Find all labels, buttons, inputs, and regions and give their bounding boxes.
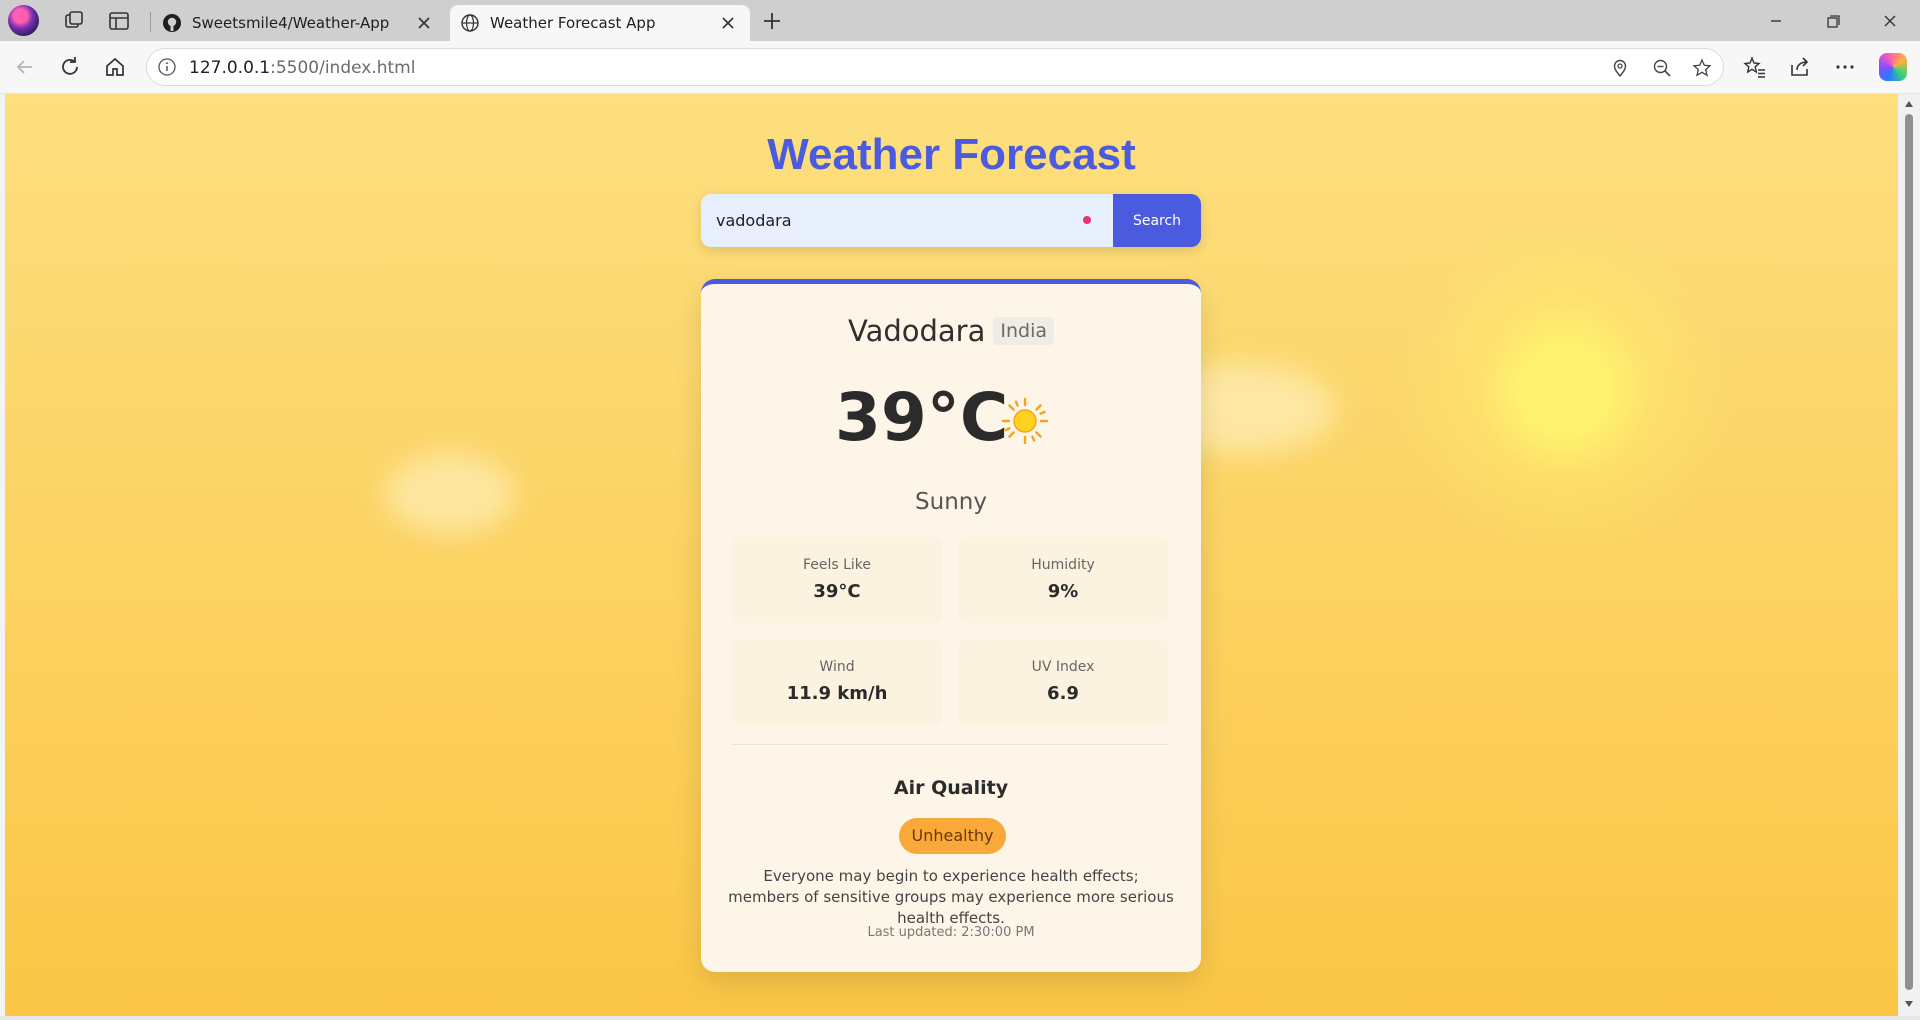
tab-title: Weather Forecast App [490,14,656,32]
page-scrollbar[interactable] [1898,94,1920,1016]
stat-uv-index: UV Index 6.9 [958,639,1168,725]
close-window-icon[interactable] [1877,8,1903,34]
stat-label: UV Index [1031,659,1095,675]
last-updated: Last updated: 2:30:00 PM [867,925,1035,940]
cloud-decoration [385,454,515,534]
minimize-icon[interactable] [1763,8,1789,34]
refresh-icon[interactable] [57,54,83,80]
stat-label: Feels Like [802,557,872,573]
search-button[interactable]: Search [1113,194,1201,247]
tab-title: Sweetsmile4/Weather-App [192,14,390,32]
stat-humidity: Humidity 9% [958,537,1168,623]
weather-card: Vadodara India 39°C Sunny Feels Like 39°C [701,279,1201,972]
air-quality-badge: Unhealthy [899,818,1006,854]
new-tab-icon[interactable] [760,9,784,33]
country-badge: India [993,317,1055,345]
back-icon[interactable] [12,54,38,80]
restore-icon[interactable] [1820,8,1846,34]
weather-condition: Sunny [915,489,987,515]
temperature-row: 39°C [701,379,1201,459]
window-bottom-edge [0,1016,1920,1020]
zoom-out-icon[interactable] [1651,57,1673,79]
stat-value: 39°C [813,581,861,602]
scroll-down-icon[interactable] [1903,998,1915,1010]
sun-decoration [1365,189,1765,589]
site-info-icon[interactable] [157,57,177,77]
search-input[interactable] [701,194,1113,247]
sun-icon [1001,397,1049,445]
github-icon [163,14,181,32]
page-viewport: Weather Forecast Search VadodaraIndia 39… [5,94,1898,1016]
tab-separator [150,12,151,32]
home-icon[interactable] [102,54,128,80]
page-title: Weather Forecast [767,130,1136,179]
favorites-icon[interactable] [1742,54,1768,80]
tab-weather-forecast[interactable]: Weather Forecast App [450,5,750,41]
browser-toolbar: 127.0.0.1:5500/index.html [0,41,1920,94]
vertical-tabs-icon[interactable] [107,9,131,33]
stat-value: 9% [1047,581,1079,602]
more-options-icon[interactable] [1832,54,1858,80]
globe-icon [461,14,479,32]
stat-label: Wind [819,659,855,675]
stat-label: Humidity [1031,557,1095,573]
air-quality-title: Air Quality [893,777,1009,799]
favorite-star-icon[interactable] [1691,57,1713,79]
location-row: Vadodara India [701,314,1201,348]
stat-value: 11.9 km/h [786,683,888,704]
close-tab-icon[interactable] [414,13,434,33]
url-text: 127.0.0.1:5500/index.html [189,58,416,78]
air-quality-description: Everyone may begin to experience health … [728,867,1174,927]
city-name: Vadodara [847,314,986,348]
profile-avatar[interactable] [8,5,39,36]
copilot-icon[interactable] [1879,53,1907,81]
stat-wind: Wind 11.9 km/h [732,639,942,725]
close-tab-icon[interactable] [718,13,738,33]
tab-github[interactable]: Sweetsmile4/Weather-App [152,5,446,41]
share-icon[interactable] [1787,54,1813,80]
section-divider [732,744,1168,745]
tab-strip: Sweetsmile4/Weather-App Weather Forecast… [0,0,1920,41]
input-indicator-dot [1083,216,1091,224]
temperature: 39°C [835,379,1009,456]
scrollbar-thumb[interactable] [1905,114,1913,990]
stat-value: 6.9 [1047,683,1079,704]
search-bar: Search [701,194,1201,247]
location-icon[interactable] [1609,57,1631,79]
scroll-up-icon[interactable] [1903,98,1915,110]
stat-feels-like: Feels Like 39°C [732,537,942,623]
address-bar[interactable]: 127.0.0.1:5500/index.html [146,48,1724,86]
workspaces-icon[interactable] [62,9,86,33]
